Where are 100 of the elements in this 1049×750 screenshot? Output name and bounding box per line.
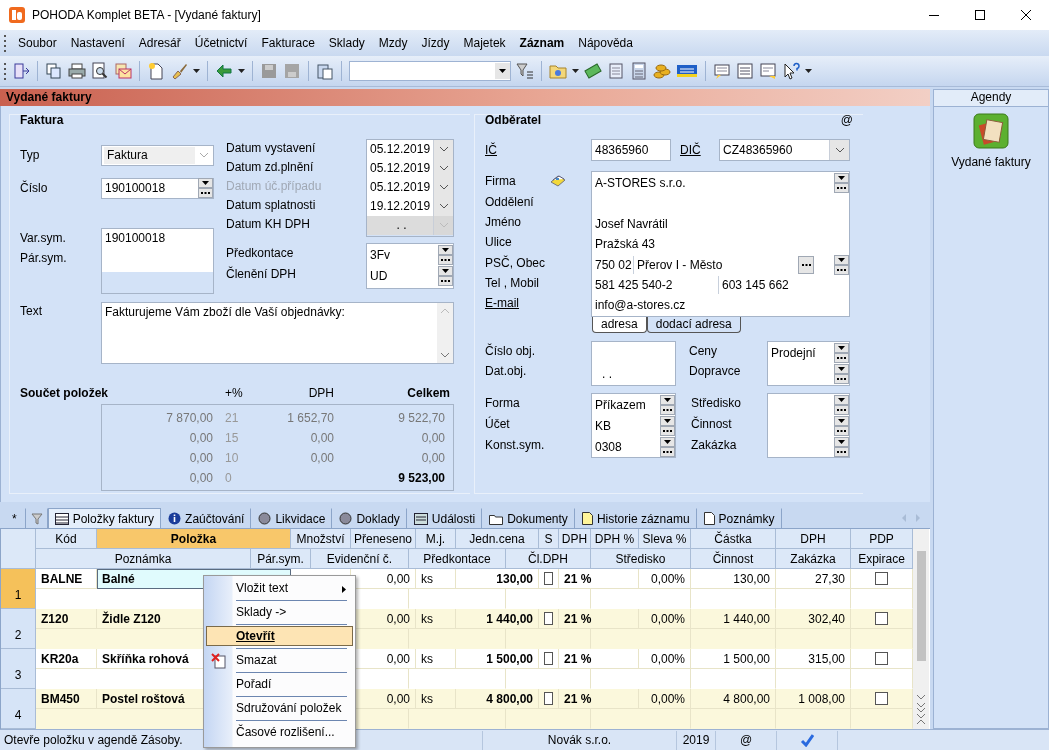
column-header[interactable]: DPH [559,529,591,549]
column-header[interactable]: Expirace [851,549,913,569]
menu-item[interactable]: Sklady [321,36,372,50]
more-button[interactable] [834,425,849,436]
scroll-end-icon[interactable] [916,701,926,713]
dropdown-button[interactable] [834,173,849,184]
brush-icon[interactable] [170,62,188,80]
more-button[interactable] [834,353,849,364]
column-header[interactable]: Jedn.cena [456,529,539,549]
agenda-item[interactable]: Vydané faktury [951,155,1031,169]
invoice-folder-icon[interactable] [973,113,1009,149]
checkbox[interactable] [544,572,553,585]
more-button[interactable] [198,188,213,199]
menu-item[interactable]: Fakturace [254,36,322,50]
more-button[interactable] [438,255,453,266]
more-button[interactable] [834,446,849,457]
envelope-icon[interactable] [114,62,132,80]
tab[interactable]: Likvidace [251,508,333,528]
column-header[interactable]: Činnost [691,549,776,569]
column-header[interactable]: PDP [851,529,913,549]
menu-item[interactable]: Záznam [512,36,572,50]
note-icon[interactable] [759,62,777,80]
coins-icon[interactable] [653,62,671,80]
address-value[interactable]: Přerov I - Město [634,257,723,272]
more-button[interactable] [798,255,814,274]
dropdown-button[interactable] [438,266,453,277]
column-header[interactable]: S [539,529,559,549]
dropdown-button[interactable] [495,63,510,79]
scroll-down-icon[interactable] [916,693,926,701]
address-value[interactable]: info@a-stores.cz [592,298,686,313]
type-select[interactable]: Faktura [101,144,214,166]
scroll-thumb[interactable] [916,551,926,661]
calculator-icon[interactable] [630,62,648,80]
checkbox[interactable] [544,612,553,625]
checkbox[interactable] [875,612,888,625]
field-value[interactable]: KB [592,418,660,433]
symbol-box[interactable]: 190100018 [101,227,214,294]
email-symbol[interactable]: @ [840,112,853,127]
checkbox[interactable] [875,572,888,585]
menu-item[interactable]: Nastavení [63,36,132,50]
back-arrow-icon[interactable] [215,62,233,80]
column-header[interactable]: Přeneseno [351,529,416,549]
scroll-down-icon[interactable] [440,350,450,359]
checkbox[interactable] [875,692,888,705]
tab[interactable]: Poznámky [696,508,782,528]
tab[interactable]: Dokumenty [482,508,575,528]
message-icon[interactable] [713,62,731,80]
more-button[interactable] [834,264,849,275]
column-header[interactable]: Zakázka [776,549,851,569]
bank-card-icon[interactable] [676,62,698,80]
tab[interactable]: Doklady [332,508,407,528]
dropdown-button[interactable] [834,395,849,406]
more-button[interactable] [660,446,675,457]
column-header[interactable]: M.j. [416,529,456,549]
collapse-icon[interactable] [916,713,926,725]
dropdown-button[interactable] [834,415,849,426]
more-button[interactable] [834,183,849,194]
dropdown-button[interactable] [660,395,675,406]
folder-icon[interactable] [549,62,567,80]
printer-icon[interactable] [68,62,86,80]
menu-item[interactable]: Nápověda [571,36,640,50]
address-value[interactable]: 581 425 540-2 [592,278,718,293]
copy-icon[interactable] [45,62,63,80]
column-header[interactable]: Pár.sym. [251,549,311,569]
column-header[interactable]: Evidenční č. [311,549,409,569]
menu-item[interactable]: Soubor [11,36,64,50]
field-value[interactable]: Příkazem [592,398,660,413]
tab[interactable]: Události [406,508,483,528]
dropdown-button[interactable] [834,254,849,265]
menu-item[interactable]: Otevřít [206,626,353,646]
more-button[interactable] [438,276,453,287]
more-button[interactable] [834,374,849,385]
checkbox[interactable] [875,652,888,665]
column-header[interactable]: Poznámka [36,549,251,569]
more-button[interactable] [834,405,849,416]
dropdown-button[interactable] [834,343,849,354]
column-header[interactable]: Množství [291,529,351,549]
dropdown-button[interactable] [660,415,675,426]
tab[interactable]: Položky faktury [47,508,162,528]
menu-item[interactable]: Účetnictví [187,36,255,50]
field-value[interactable]: 0308 [592,439,660,454]
list-icon[interactable] [736,62,754,80]
print-preview-icon[interactable] [91,62,109,80]
more-button[interactable] [660,425,675,436]
help-pointer-icon[interactable] [782,62,800,80]
caret-icon[interactable] [572,69,579,73]
column-header[interactable]: Částka [691,529,776,549]
dic-link[interactable]: DIČ [680,142,719,157]
tab[interactable]: Zaúčtování [161,508,252,528]
dic-field[interactable]: CZ48365960 [719,138,850,161]
more-button[interactable] [660,405,675,416]
address-value[interactable]: Pražská 43 [592,237,656,252]
row-number[interactable]: 3 [1,649,36,689]
dropdown-button[interactable] [834,436,849,447]
address-value[interactable]: A-STORES s.r.o. [592,176,686,191]
number-field[interactable]: 190100018 [101,177,214,199]
menu-item[interactable]: Majetek [456,36,513,50]
row-number[interactable]: 2 [1,609,36,649]
caret-icon[interactable] [805,69,812,73]
new-document-icon[interactable] [147,62,165,80]
